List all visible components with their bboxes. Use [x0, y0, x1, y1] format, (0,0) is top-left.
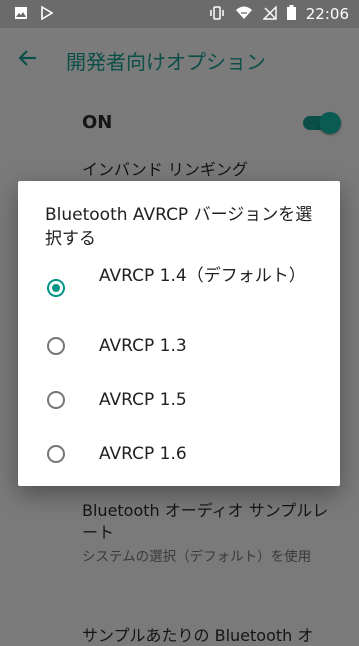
option-avrcp-1-4[interactable]: AVRCP 1.4（デフォルト） — [18, 259, 340, 325]
option-avrcp-1-6[interactable]: AVRCP 1.6 — [18, 425, 340, 479]
setting-bt-sample-rate[interactable]: Bluetooth オーディオ サンプルレート システムの選択（デフォルト）を使… — [82, 500, 331, 566]
radio-checked[interactable] — [47, 279, 65, 297]
battery-icon — [286, 4, 296, 24]
back-button[interactable] — [0, 28, 56, 92]
option-label: AVRCP 1.4（デフォルト） — [99, 266, 306, 286]
setting-subtitle: システムの選択（デフォルト）を使用 — [82, 549, 312, 565]
page-title: 開発者向けオプション — [66, 49, 266, 74]
option-avrcp-1-5[interactable]: AVRCP 1.5 — [18, 371, 340, 425]
arrow-back-icon — [18, 49, 38, 71]
setting-title: Bluetooth オーディオ サンプルレート — [82, 501, 329, 542]
master-switch-row[interactable]: ON — [0, 96, 359, 148]
option-avrcp-1-3[interactable]: AVRCP 1.3 — [18, 317, 340, 371]
master-switch-label: ON — [82, 111, 113, 133]
status-time: 22:06 — [305, 5, 349, 23]
dialog-title: Bluetooth AVRCP バージョンを選択する — [45, 205, 313, 249]
radio-unchecked[interactable] — [47, 391, 65, 409]
vibrate-icon — [209, 5, 225, 24]
no-signal-icon — [262, 4, 277, 24]
radio-unchecked[interactable] — [47, 337, 65, 355]
radio-unchecked[interactable] — [47, 445, 65, 463]
setting-inband-ringing[interactable]: インバンド リンギング — [82, 156, 331, 180]
status-bar: 22:06 — [0, 0, 359, 28]
toggle-thumb — [319, 112, 341, 134]
wifi-icon — [235, 5, 253, 24]
option-label: AVRCP 1.5 — [99, 390, 187, 410]
setting-title: インバンド リンギング — [82, 160, 248, 179]
image-icon — [14, 5, 28, 24]
avrcp-version-dialog: Bluetooth AVRCP バージョンを選択する AVRCP 1.4（デフォ… — [18, 181, 340, 486]
setting-bt-bits-per-sample[interactable]: サンプルあたりの Bluetooth オ — [82, 622, 331, 646]
app-bar: 開発者向けオプション — [0, 28, 359, 92]
play-store-icon — [40, 5, 54, 24]
option-label: AVRCP 1.6 — [99, 444, 187, 464]
option-label: AVRCP 1.3 — [99, 336, 187, 356]
master-toggle[interactable] — [301, 112, 341, 134]
setting-title: サンプルあたりの Bluetooth オ — [82, 626, 314, 645]
